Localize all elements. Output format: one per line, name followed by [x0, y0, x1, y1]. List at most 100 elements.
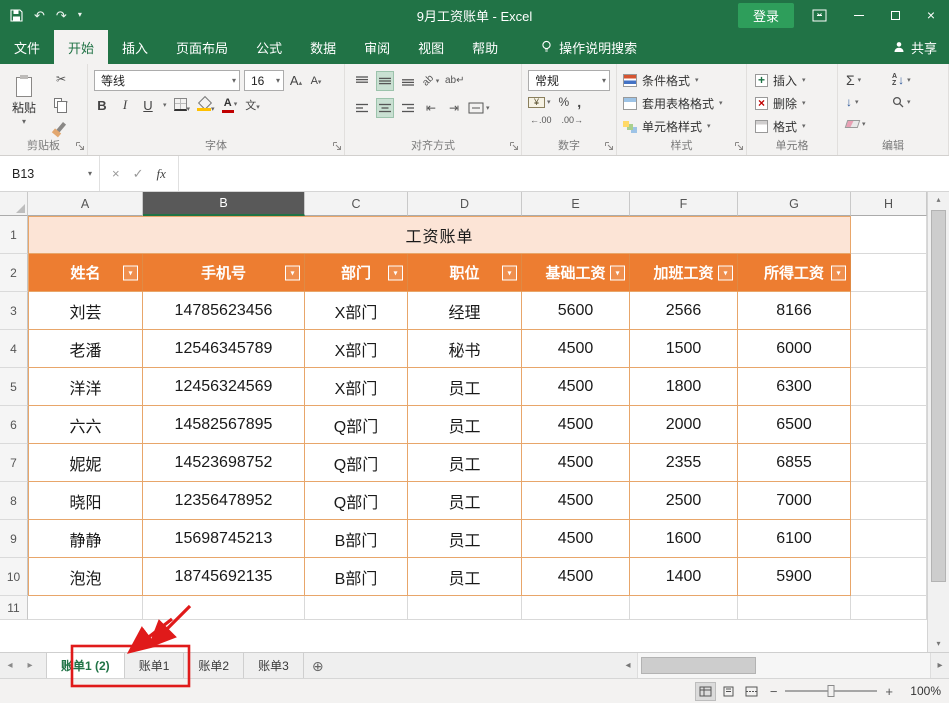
zoom-in-button[interactable]: + — [885, 685, 893, 698]
undo-button[interactable]: ↶ — [34, 9, 45, 22]
row-header-4[interactable]: 4 — [0, 330, 28, 368]
empty-cell[interactable] — [305, 596, 408, 620]
data-cell[interactable]: 12456324569 — [143, 368, 305, 406]
empty-cell[interactable] — [851, 596, 927, 620]
scroll-up-button[interactable]: ▴ — [928, 192, 949, 208]
select-all-corner[interactable] — [0, 192, 28, 216]
comma-style-button[interactable]: , — [577, 95, 581, 109]
format-cells-button[interactable]: 格式▾ — [755, 116, 806, 137]
ribbon-tab-5[interactable]: 审阅 — [350, 30, 404, 64]
data-cell[interactable]: 7000 — [738, 482, 851, 520]
decrease-font-button[interactable]: A▾ — [308, 75, 324, 87]
data-cell[interactable]: 2500 — [630, 482, 738, 520]
align-middle-button[interactable] — [376, 71, 394, 91]
scroll-right-button[interactable]: ▸ — [931, 661, 949, 671]
row-header-6[interactable]: 6 — [0, 406, 28, 444]
vertical-scroll-thumb[interactable] — [931, 210, 946, 582]
minimize-button[interactable] — [841, 0, 877, 30]
scroll-left-button[interactable]: ◂ — [619, 661, 637, 671]
align-bottom-button[interactable] — [399, 71, 417, 91]
data-cell[interactable]: 14523698752 — [143, 444, 305, 482]
data-cell[interactable]: 2566 — [630, 292, 738, 330]
sheet-tab-0[interactable]: 账单1 (2) — [46, 653, 125, 678]
data-cell[interactable]: 8166 — [738, 292, 851, 330]
empty-cell[interactable] — [851, 406, 927, 444]
sheet-title-cell[interactable]: 工资账单 — [28, 216, 851, 254]
redo-button[interactable]: ↷ — [56, 9, 67, 22]
empty-cell[interactable] — [851, 520, 927, 558]
column-header-g[interactable]: G — [738, 192, 851, 216]
name-box[interactable]: B13 ▾ — [0, 156, 100, 191]
data-cell[interactable]: 4500 — [522, 368, 630, 406]
bold-button[interactable]: B — [94, 98, 110, 113]
sheet-tab-3[interactable]: 账单3 — [244, 653, 304, 678]
data-cell[interactable]: Q部门 — [305, 444, 408, 482]
empty-cell[interactable] — [522, 596, 630, 620]
data-cell[interactable]: 2355 — [630, 444, 738, 482]
clear-button[interactable]: ▾ — [846, 113, 892, 135]
empty-cell[interactable] — [851, 330, 927, 368]
data-cell[interactable]: 经理 — [408, 292, 522, 330]
dialog-launcher-icon[interactable] — [734, 141, 744, 151]
filter-dropdown-button[interactable]: ▾ — [123, 265, 138, 280]
data-cell[interactable]: 4500 — [522, 482, 630, 520]
filter-dropdown-button[interactable]: ▾ — [502, 265, 517, 280]
empty-cell[interactable] — [851, 444, 927, 482]
page-break-view-button[interactable] — [741, 682, 762, 701]
column-header-d[interactable]: D — [408, 192, 522, 216]
page-layout-view-button[interactable] — [718, 682, 739, 701]
zoom-slider[interactable] — [785, 690, 877, 692]
ribbon-tab-2[interactable]: 页面布局 — [162, 30, 242, 64]
cancel-button[interactable]: × — [112, 167, 120, 180]
empty-cell[interactable] — [630, 596, 738, 620]
data-cell[interactable]: 4500 — [522, 520, 630, 558]
data-cell[interactable]: 洋洋 — [28, 368, 143, 406]
row-header-7[interactable]: 7 — [0, 444, 28, 482]
chevron-down-icon[interactable]: ▾ — [88, 170, 92, 178]
empty-cell[interactable] — [851, 482, 927, 520]
cut-button[interactable]: ✂ — [50, 70, 72, 88]
filter-dropdown-button[interactable]: ▾ — [831, 265, 846, 280]
row-header-10[interactable]: 10 — [0, 558, 28, 596]
data-cell[interactable]: 4500 — [522, 558, 630, 596]
share-button[interactable]: 共享 — [893, 30, 937, 64]
phonetic-guide-button[interactable]: 文▾ — [245, 97, 261, 113]
normal-view-button[interactable] — [695, 682, 716, 701]
fill-button[interactable]: ↓▾ — [846, 91, 892, 113]
data-cell[interactable]: 6500 — [738, 406, 851, 444]
sheet-tab-1[interactable]: 账单1 — [125, 653, 185, 678]
qat-customize-button[interactable]: ▾ — [78, 11, 82, 19]
column-header-a[interactable]: A — [28, 192, 143, 216]
data-cell[interactable]: 刘芸 — [28, 292, 143, 330]
copy-button[interactable]: ▾ — [50, 94, 72, 112]
data-cell[interactable]: 员工 — [408, 406, 522, 444]
data-cell[interactable]: 12546345789 — [143, 330, 305, 368]
font-color-button[interactable]: A▾ — [222, 98, 238, 113]
data-cell[interactable]: 6855 — [738, 444, 851, 482]
empty-cell[interactable] — [738, 596, 851, 620]
data-cell[interactable]: 员工 — [408, 520, 522, 558]
data-cell[interactable]: 2000 — [630, 406, 738, 444]
data-cell[interactable]: 6000 — [738, 330, 851, 368]
data-cell[interactable]: X部门 — [305, 368, 408, 406]
zoom-level[interactable]: 100% — [901, 684, 941, 698]
dialog-launcher-icon[interactable] — [604, 141, 614, 151]
ribbon-tab-3[interactable]: 公式 — [242, 30, 296, 64]
horizontal-scroll-track[interactable] — [637, 653, 931, 678]
sheet-nav-right-button[interactable]: ▸ — [20, 653, 40, 678]
data-cell[interactable]: 1800 — [630, 368, 738, 406]
data-cell[interactable]: 14785623456 — [143, 292, 305, 330]
data-cell[interactable]: 1500 — [630, 330, 738, 368]
number-format-select[interactable]: 常规▾ — [528, 70, 610, 91]
empty-cell[interactable] — [851, 292, 927, 330]
close-button[interactable]: × — [913, 0, 949, 30]
data-cell[interactable]: 5900 — [738, 558, 851, 596]
underline-button[interactable]: U — [140, 98, 156, 113]
merge-center-button[interactable]: ▾ — [468, 98, 490, 118]
data-cell[interactable]: 晓阳 — [28, 482, 143, 520]
row-header-2[interactable]: 2 — [0, 254, 28, 292]
insert-function-button[interactable]: fx — [157, 166, 166, 182]
tell-me-search[interactable]: 操作说明搜索 — [540, 30, 637, 64]
row-header-1[interactable]: 1 — [0, 216, 28, 254]
row-header-11[interactable]: 11 — [0, 596, 28, 620]
